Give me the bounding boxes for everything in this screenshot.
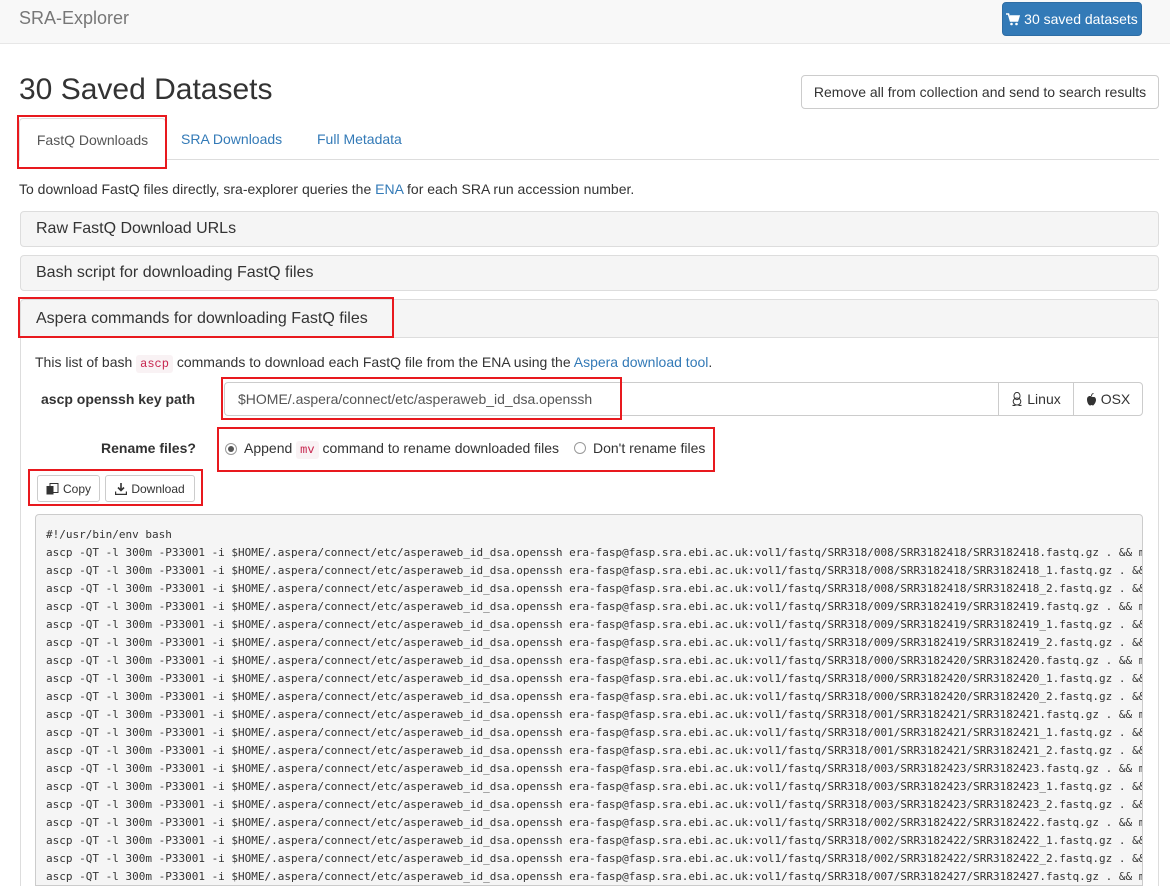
copy-button[interactable]: Copy: [37, 475, 100, 502]
intro-after: for each SRA run accession number.: [403, 181, 635, 197]
shopping-cart-icon: [1006, 12, 1021, 25]
copy-icon: [46, 482, 59, 494]
code-line: ascp -QT -l 300m -P33001 -i $HOME/.asper…: [46, 636, 1143, 649]
desc-middle: commands to download each FastQ file fro…: [172, 354, 574, 370]
aspera-tool-link[interactable]: Aspera download tool: [574, 354, 709, 370]
aspera-code-block[interactable]: #!/usr/bin/env bash ascp -QT -l 300m -P33…: [35, 514, 1143, 886]
code-line: ascp -QT -l 300m -P33001 -i $HOME/.asper…: [46, 780, 1143, 793]
linux-label: Linux: [1027, 391, 1061, 407]
panel-raw-urls[interactable]: Raw FastQ Download URLs: [20, 211, 1159, 247]
code-line: ascp -QT -l 300m -P33001 -i $HOME/.asper…: [46, 798, 1143, 811]
code-line: ascp -QT -l 300m -P33001 -i $HOME/.asper…: [46, 582, 1143, 595]
rename-append-option[interactable]: Append mv command to rename downloaded f…: [225, 440, 560, 459]
download-icon: [115, 482, 128, 495]
code-line: ascp -QT -l 300m -P33001 -i $HOME/.asper…: [46, 546, 1143, 559]
download-button[interactable]: Download: [105, 475, 195, 502]
tab-full-metadata[interactable]: Full Metadata: [317, 118, 402, 160]
code-line: ascp -QT -l 300m -P33001 -i $HOME/.asper…: [46, 834, 1143, 847]
code-line: ascp -QT -l 300m -P33001 -i $HOME/.asper…: [46, 672, 1143, 685]
apple-icon: [1086, 392, 1096, 405]
rename-label: Rename files?: [101, 440, 196, 456]
code-line: ascp -QT -l 300m -P33001 -i $HOME/.asper…: [46, 870, 1143, 883]
linux-button[interactable]: Linux: [998, 382, 1074, 416]
tab-sra-downloads[interactable]: SRA Downloads: [181, 118, 282, 160]
code-line: #!/usr/bin/env bash: [46, 528, 172, 541]
rename-append-text: Append mv command to rename downloaded f…: [244, 440, 560, 459]
code-line: ascp -QT -l 300m -P33001 -i $HOME/.asper…: [46, 726, 1143, 739]
saved-datasets-button[interactable]: 30 saved datasets: [1002, 2, 1142, 36]
append-before: Append: [244, 440, 297, 456]
page-title: 30 Saved Datasets: [19, 73, 273, 106]
brand-title[interactable]: SRA-Explorer: [19, 8, 129, 29]
rename-none-option[interactable]: Don't rename files: [574, 440, 705, 456]
panel-bash-script[interactable]: Bash script for downloading FastQ files: [20, 255, 1159, 291]
key-path-input[interactable]: $HOME/.aspera/connect/etc/asperaweb_id_d…: [224, 382, 999, 416]
remove-all-button[interactable]: Remove all from collection and send to s…: [801, 75, 1159, 109]
code-line: ascp -QT -l 300m -P33001 -i $HOME/.asper…: [46, 564, 1143, 577]
aspera-description: This list of bash ascp commands to downl…: [35, 354, 713, 373]
key-path-label: ascp openssh key path: [41, 391, 196, 407]
code-line: ascp -QT -l 300m -P33001 -i $HOME/.asper…: [46, 762, 1143, 775]
code-line: ascp -QT -l 300m -P33001 -i $HOME/.asper…: [46, 618, 1143, 631]
ascp-code: ascp: [136, 355, 173, 373]
rename-none-text: Don't rename files: [593, 440, 706, 456]
osx-label: OSX: [1100, 391, 1131, 407]
osx-button[interactable]: OSX: [1073, 382, 1143, 416]
intro-before: To download FastQ files directly, sra-ex…: [19, 181, 376, 197]
saved-datasets-label: 30 saved datasets: [1024, 11, 1138, 27]
append-after: command to rename downloaded files: [318, 440, 560, 456]
code-line: ascp -QT -l 300m -P33001 -i $HOME/.asper…: [46, 654, 1143, 667]
tab-bar: FastQ Downloads SRA Downloads Full Metad…: [19, 118, 1159, 161]
navbar: SRA-Explorer 30 saved datasets: [0, 0, 1170, 44]
linux-icon: [1012, 392, 1022, 406]
intro-text: To download FastQ files directly, sra-ex…: [19, 181, 634, 197]
code-line: ascp -QT -l 300m -P33001 -i $HOME/.asper…: [46, 816, 1143, 829]
code-line: ascp -QT -l 300m -P33001 -i $HOME/.asper…: [46, 600, 1143, 613]
desc-before: This list of bash: [35, 354, 137, 370]
panel-aspera-commands[interactable]: Aspera commands for downloading FastQ fi…: [20, 299, 1159, 338]
radio-append[interactable]: [225, 442, 237, 455]
mv-code: mv: [296, 441, 319, 459]
code-line: ascp -QT -l 300m -P33001 -i $HOME/.asper…: [46, 708, 1143, 721]
copy-label: Copy: [62, 481, 91, 496]
code-line: ascp -QT -l 300m -P33001 -i $HOME/.asper…: [46, 744, 1143, 757]
radio-dont-rename[interactable]: [574, 442, 586, 454]
code-line: ascp -QT -l 300m -P33001 -i $HOME/.asper…: [46, 852, 1143, 865]
tab-fastq-downloads[interactable]: FastQ Downloads: [19, 118, 166, 161]
desc-after: .: [708, 354, 713, 370]
code-line: ascp -QT -l 300m -P33001 -i $HOME/.asper…: [46, 690, 1143, 703]
download-label: Download: [131, 481, 185, 496]
ena-link[interactable]: ENA: [375, 181, 403, 197]
